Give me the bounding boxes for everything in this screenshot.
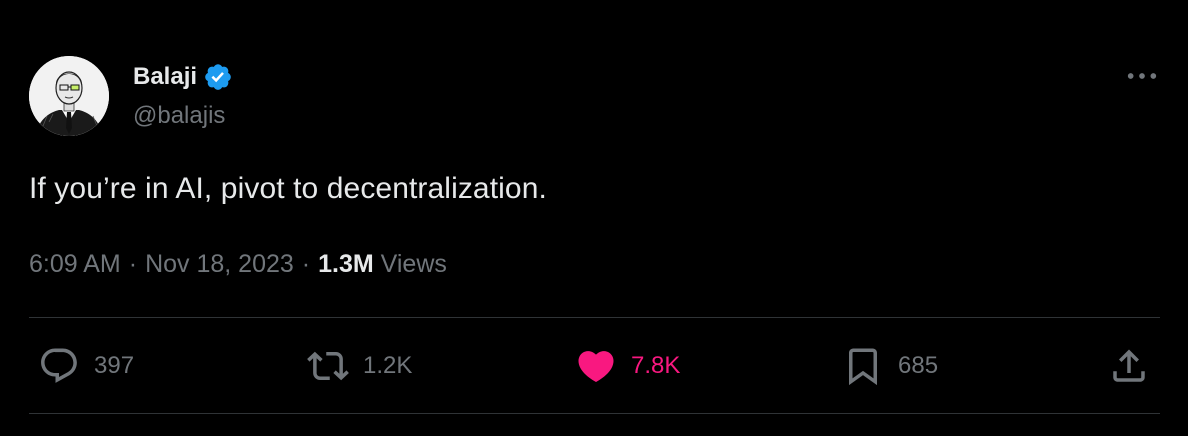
- tweet-date[interactable]: Nov 18, 2023: [145, 250, 294, 278]
- reply-button[interactable]: 397: [38, 340, 134, 392]
- share-icon: [1113, 349, 1145, 382]
- views-label: Views: [380, 250, 447, 278]
- verified-badge-icon[interactable]: [203, 62, 233, 92]
- action-bar: 397 1.2K 7.8K 685: [0, 340, 1188, 392]
- retweet-button[interactable]: 1.2K: [307, 340, 412, 392]
- bookmark-icon: [849, 348, 877, 386]
- author-handle[interactable]: @balajis: [133, 102, 225, 130]
- more-dots-icon: [1127, 73, 1157, 79]
- tweet-meta: 6:09 AM · Nov 18, 2023 · 1.3M Views: [29, 250, 447, 279]
- retweet-icon: [307, 351, 349, 381]
- tweet-time[interactable]: 6:09 AM: [29, 250, 121, 278]
- like-count: 7.8K: [631, 352, 681, 379]
- reply-count: 397: [94, 352, 135, 379]
- bookmark-button[interactable]: 685: [842, 340, 938, 392]
- divider-top: [29, 317, 1160, 318]
- author-display-name[interactable]: Balaji: [133, 63, 197, 91]
- bookmark-count: 685: [898, 352, 939, 379]
- avatar[interactable]: [29, 56, 109, 136]
- retweet-count: 1.2K: [363, 352, 413, 379]
- reply-icon: [41, 348, 77, 383]
- tweet-text: If you’re in AI, pivot to decentralizati…: [29, 172, 547, 205]
- views-count: 1.3M: [318, 250, 374, 278]
- avatar-portrait-icon: [29, 56, 109, 136]
- more-options-button[interactable]: [1124, 64, 1160, 88]
- meta-separator: ·: [301, 250, 311, 278]
- share-button[interactable]: [1108, 340, 1150, 392]
- author-name-row: Balaji: [133, 62, 233, 92]
- heart-icon: [578, 351, 614, 383]
- like-button[interactable]: 7.8K: [575, 340, 680, 392]
- meta-separator: ·: [128, 250, 138, 278]
- divider-bottom: [29, 413, 1160, 414]
